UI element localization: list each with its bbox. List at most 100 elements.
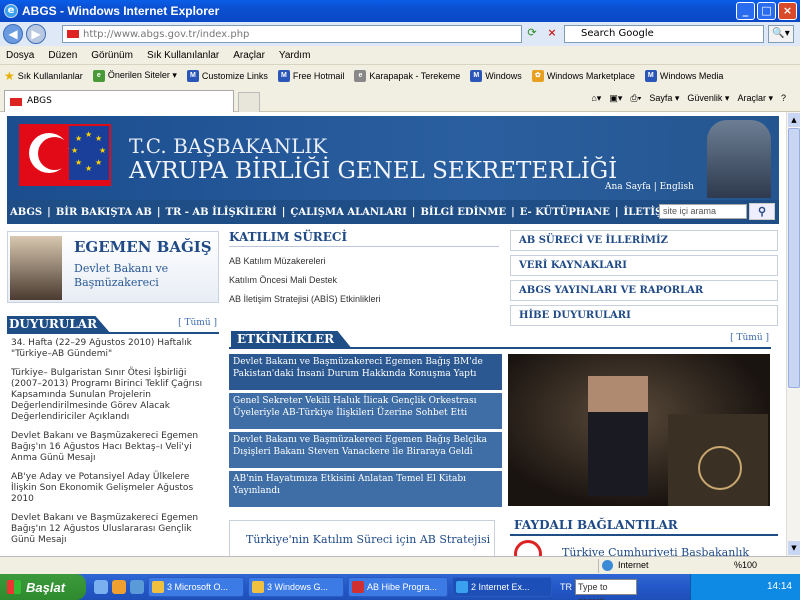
katilim-link[interactable]: Katılım Öncesi Mali Destek <box>229 275 499 285</box>
clock[interactable]: 14:14 <box>767 581 792 592</box>
speaker-figure <box>588 376 648 496</box>
back-button[interactable]: ◀ <box>3 24 23 44</box>
fav-windows[interactable]: M Windows <box>470 69 522 82</box>
nav-abgs[interactable]: ABGS <box>10 207 42 218</box>
task-label: 2 Internet Ex... <box>471 582 530 592</box>
favorites-button[interactable]: ★ Sık Kullanılanlar <box>4 69 83 83</box>
minister-photo <box>10 236 62 300</box>
event-item[interactable]: Genel Sekreter Vekili Haluk İlicak Gençl… <box>229 393 502 429</box>
right-link[interactable]: VERİ KAYNAKLARI <box>510 255 778 276</box>
outlook-quicklaunch-icon[interactable] <box>112 580 126 594</box>
banner-line2: AVRUPA BİRLİĞİ GENEL SEKRETERLİĞİ <box>129 158 618 184</box>
right-link[interactable]: AB SÜRECİ VE İLLERİMİZ <box>510 230 778 251</box>
list-item[interactable]: Devlet Bakanı ve Başmüzakereci Egemen Ba… <box>11 513 216 546</box>
menu-duzen[interactable]: Düzen <box>48 50 77 61</box>
close-button[interactable]: × <box>778 2 797 20</box>
event-item[interactable]: AB'nin Hayatımıza Etkisini Anlatan Temel… <box>229 471 502 507</box>
katilim-link[interactable]: AB Katılım Müzakereleri <box>229 256 499 266</box>
fav-label: Windows Marketplace <box>546 70 635 81</box>
new-tab-button[interactable] <box>238 92 260 112</box>
tab-abgs[interactable]: ABGS <box>4 90 234 112</box>
fav-windows-media[interactable]: M Windows Media <box>644 69 723 82</box>
taskbar-search-input[interactable]: Type to search <box>575 579 637 600</box>
site-search-button[interactable]: ⚲ <box>749 203 775 220</box>
fav-marketplace[interactable]: ✿ Windows Marketplace <box>531 69 635 82</box>
globe-icon <box>602 560 613 571</box>
forward-button[interactable]: ▶ <box>26 24 46 44</box>
title-bar[interactable]: e ABGS - Windows Internet Explorer _ □ × <box>0 0 800 22</box>
list-item[interactable]: Türkiye– Bulgaristan Sınır Ötesi İşbirli… <box>11 368 216 423</box>
stop-icon[interactable]: × <box>544 26 560 42</box>
zoom-level[interactable]: %100 <box>734 560 757 570</box>
fav-onerilen[interactable]: e Önerilen Siteler ▾ <box>92 69 177 82</box>
menu-sik-kullanilanlar[interactable]: Sık Kullanılanlar <box>147 50 219 61</box>
desktop-quicklaunch-icon[interactable] <box>130 580 144 594</box>
print-icon[interactable]: ⎙▾ <box>630 93 641 104</box>
fav-karapapak[interactable]: e Karapapak - Terekeme <box>354 69 460 82</box>
system-tray: 14:14 <box>690 574 800 600</box>
menu-dosya[interactable]: Dosya <box>6 50 34 61</box>
ie-quicklaunch-icon[interactable] <box>94 580 108 594</box>
site-search-input[interactable]: site içi arama <box>659 204 747 219</box>
right-link[interactable]: ABGS YAYINLARI VE RAPORLAR <box>510 280 778 301</box>
minimize-button[interactable]: _ <box>736 2 755 20</box>
nav-calisma[interactable]: ÇALIŞMA ALANLARI <box>290 207 406 218</box>
url-input[interactable]: http://www.abgs.gov.tr/index.php <box>62 25 522 43</box>
help-menu[interactable]: ? <box>781 93 786 104</box>
refresh-icon[interactable]: ⟳ <box>524 26 540 42</box>
scroll-down-icon[interactable]: ▼ <box>788 541 800 555</box>
duyurular-all-link[interactable]: [ Tümü ] <box>178 318 217 328</box>
page-menu[interactable]: Sayfa ▾ <box>649 93 679 104</box>
event-item[interactable]: Devlet Bakanı ve Başmüzakereci Egemen Ba… <box>229 432 502 468</box>
start-button[interactable]: Başlat <box>0 574 86 600</box>
un-seal-icon <box>698 446 742 490</box>
event-item[interactable]: Devlet Bakanı ve Başmüzakereci Egemen Ba… <box>229 354 502 390</box>
home-icon[interactable]: ⌂▾ <box>591 93 601 104</box>
task-label: 3 Microsoft O... <box>167 582 229 592</box>
banner-links[interactable]: Ana Sayfa | English <box>605 182 694 192</box>
nav-tr-ab[interactable]: TR - AB İLİŞKİLERİ <box>166 207 277 218</box>
site-flag-icon <box>10 98 22 106</box>
feeds-icon[interactable]: ▣▾ <box>609 93 622 104</box>
fav-hotmail[interactable]: M Free Hotmail <box>277 69 344 82</box>
folder-icon <box>252 581 264 593</box>
faydali-link[interactable]: Türkiye Cumhuriyeti Başbakanlık <box>514 540 774 556</box>
search-input[interactable]: Search Google <box>564 25 764 43</box>
minister-title: Devlet Bakanı ve Başmüzakereci <box>74 262 169 289</box>
scroll-thumb[interactable] <box>788 128 800 388</box>
task-ab-hibe[interactable]: AB Hibe Progra... <box>348 577 448 597</box>
list-item[interactable]: Devlet Bakanı ve Başmüzakereci Egemen Ba… <box>11 431 216 464</box>
ie-icon: e <box>92 69 105 82</box>
task-microsoft-office[interactable]: 3 Microsoft O... <box>148 577 244 597</box>
menu-araclar[interactable]: Araçlar <box>233 50 265 61</box>
list-item[interactable]: 34. Hafta (22–29 Ağustos 2010) Haftalık … <box>11 338 216 360</box>
katilim-section: KATILIM SÜRECİ AB Katılım Müzakereleri K… <box>229 230 499 304</box>
task-internet-explorer[interactable]: 2 Internet Ex... <box>452 577 552 597</box>
event-photo[interactable] <box>508 354 770 506</box>
katilim-link[interactable]: AB İletişim Stratejisi (ABİS) Etkinlikle… <box>229 294 499 304</box>
search-icon: ⚲ <box>757 205 767 218</box>
nav-bir-bakista-ab[interactable]: BİR BAKIŞTA AB <box>56 207 152 218</box>
vertical-scrollbar[interactable]: ▲ ▼ <box>786 112 800 556</box>
search-button[interactable]: 🔍▾ <box>768 25 794 43</box>
strategy-box[interactable]: Türkiye'nin Katılım Süreci için AB Strat… <box>229 520 495 556</box>
language-indicator[interactable]: TR <box>560 582 572 592</box>
task-windows-explorer[interactable]: 3 Windows G... <box>248 577 344 597</box>
scroll-up-icon[interactable]: ▲ <box>788 113 800 127</box>
maximize-button[interactable]: □ <box>757 2 776 20</box>
fav-customize[interactable]: M Customize Links <box>186 69 268 82</box>
tools-menu[interactable]: Araçlar ▾ <box>737 93 773 104</box>
menu-gorunum[interactable]: Görünüm <box>91 50 133 61</box>
msn-icon: M <box>470 69 483 82</box>
nav-bilgi[interactable]: BİLGİ EDİNME <box>420 207 506 218</box>
windows-logo-icon <box>7 580 21 594</box>
nav-kutuphane[interactable]: E- KÜTÜPHANE <box>520 207 610 218</box>
right-link[interactable]: HİBE DUYURULARI <box>510 305 778 326</box>
minister-box[interactable]: EGEMEN BAĞIŞ Devlet Bakanı ve Başmüzaker… <box>7 231 219 303</box>
list-item[interactable]: AB'ye Aday ve Potansiyel Aday Ülkelere İ… <box>11 472 216 505</box>
safety-menu[interactable]: Güvenlik ▾ <box>687 93 729 104</box>
etkinlikler-all-link[interactable]: [ Tümü ] <box>730 333 769 343</box>
menu-yardim[interactable]: Yardım <box>279 50 311 61</box>
msn-icon: M <box>644 69 657 82</box>
site-banner: ★ ★★★★★★★★ T.C. BAŞBAKANLIK AVRUPA BİRLİ… <box>7 116 779 200</box>
